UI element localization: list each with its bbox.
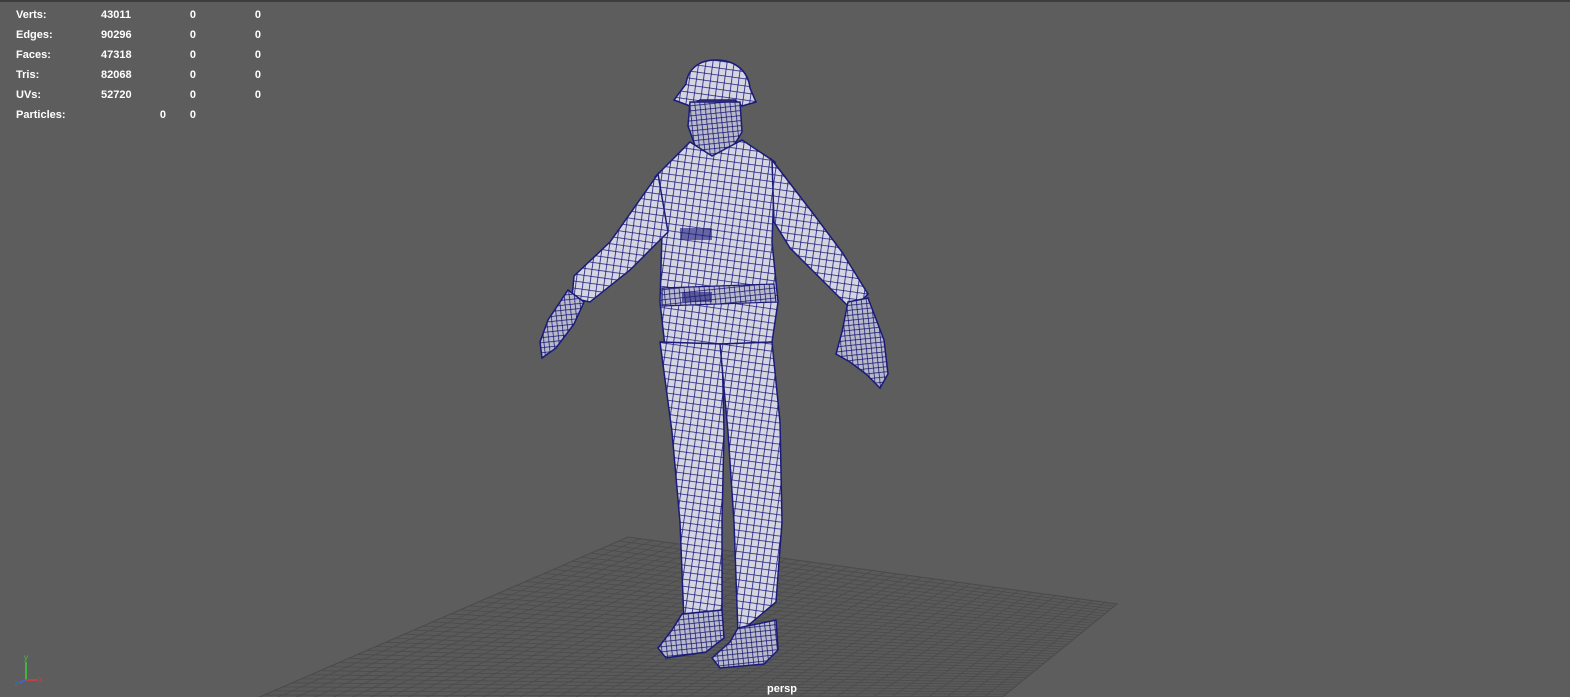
hud-value: 0 (254, 89, 261, 101)
hud-label: Edges: (16, 29, 53, 41)
hud-row-particles: Particles: 0 0 (16, 105, 286, 125)
camera-name-label: persp (767, 683, 797, 695)
hud-row-tris: Tris: 82068 0 0 (16, 65, 286, 85)
hud-value: 90296 (101, 29, 132, 41)
hud-value: 0 (159, 109, 166, 121)
heads-up-display-stats: Verts: 43011 0 0 Edges: 90296 0 0 Faces:… (16, 5, 286, 125)
axis-gizmo: y x z (14, 653, 43, 688)
x-axis-label: x (39, 675, 43, 684)
z-axis-line (18, 679, 27, 684)
hud-value: 0 (189, 29, 196, 41)
hud-value: 0 (254, 9, 261, 21)
hud-label: Tris: (16, 69, 40, 81)
left-arm-mesh (571, 172, 669, 303)
hud-label: Verts: (16, 9, 47, 21)
hud-value: 0 (189, 109, 196, 121)
hud-value: 82068 (101, 69, 132, 81)
hud-label: Faces: (16, 49, 51, 61)
torso-mesh (654, 139, 779, 348)
hud-value: 0 (189, 49, 196, 61)
hud-value: 0 (189, 9, 196, 21)
hud-row-uvs: UVs: 52720 0 0 (16, 85, 286, 105)
hud-value: 0 (189, 89, 196, 101)
right-hand-mesh (835, 297, 889, 390)
hud-value: 0 (254, 29, 261, 41)
hud-value: 43011 (101, 9, 131, 21)
left-hand-mesh (539, 288, 585, 360)
belt-mesh (661, 283, 777, 307)
right-arm-mesh (771, 157, 869, 312)
hud-value: 52720 (101, 89, 132, 101)
hud-label: UVs: (16, 89, 42, 101)
hud-row-verts: Verts: 43011 0 0 (16, 5, 286, 25)
chest-strap-detail (680, 228, 712, 240)
y-axis-label: y (24, 653, 28, 662)
helmet-mesh (672, 59, 758, 107)
hud-value: 0 (189, 69, 196, 81)
hud-value: 0 (254, 69, 261, 81)
hud-value: 47318 (101, 49, 132, 61)
hud-value: 0 (254, 49, 261, 61)
hud-row-edges: Edges: 90296 0 0 (16, 25, 286, 45)
hud-row-faces: Faces: 47318 0 0 (16, 45, 286, 65)
z-axis-label: z (14, 679, 18, 688)
perspective-viewport[interactable]: Verts: 43011 0 0 Edges: 90296 0 0 Faces:… (0, 0, 1570, 697)
waist-strap-detail (682, 292, 712, 302)
hud-label: Particles: (16, 109, 66, 121)
